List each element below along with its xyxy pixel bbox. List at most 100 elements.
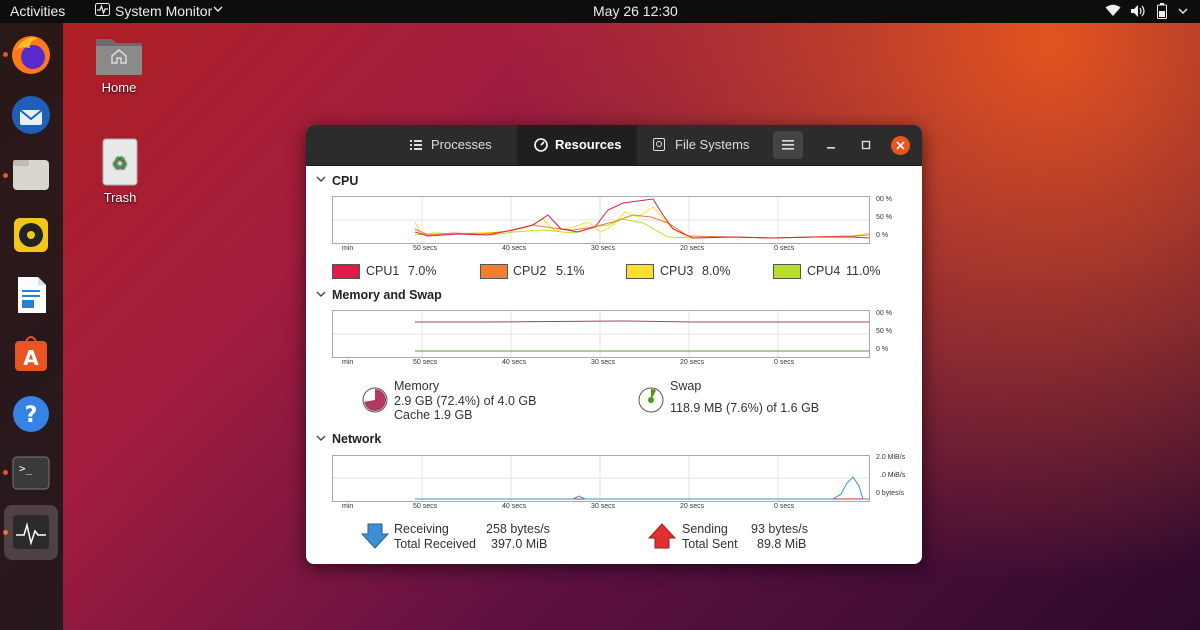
download-arrow-icon[interactable]: [361, 522, 389, 550]
rhythmbox-icon[interactable]: [6, 210, 56, 260]
cpu-y-tick: 0 %: [876, 232, 889, 239]
cpu4-legend-label: CPU4: [807, 264, 841, 278]
network-graph: [332, 455, 870, 502]
network-x-tick: 40 secs: [502, 503, 527, 510]
cpu-expander-icon[interactable]: [316, 175, 326, 186]
network-y-tick: 2.0 MiB/s: [876, 454, 906, 461]
total-sent-label: Total Sent: [682, 537, 738, 551]
cpu-graph: [332, 196, 870, 244]
minimize-button[interactable]: [824, 137, 838, 153]
libreoffice-writer-icon[interactable]: [6, 270, 56, 320]
cpu2-legend-value: 5.1%: [556, 264, 585, 278]
memory-cache: Cache 1.9 GB: [394, 408, 473, 422]
network-y-tick: 0 bytes/s: [876, 490, 905, 497]
memory-y-tick: 0 %: [876, 346, 889, 353]
cpu3-legend-label: CPU3: [660, 264, 694, 278]
volume-icon[interactable]: [1130, 4, 1145, 21]
firefox-icon[interactable]: [6, 30, 56, 80]
help-icon[interactable]: ?: [6, 389, 56, 439]
app-menu-icon[interactable]: [95, 3, 110, 19]
cpu3-color-swatch[interactable]: [626, 264, 654, 279]
network-x-tick: 30 secs: [591, 503, 616, 510]
sending-label: Sending: [682, 522, 728, 536]
ubuntu-software-icon[interactable]: A: [6, 329, 56, 379]
desktop-home-label: Home: [101, 80, 137, 95]
cpu-title[interactable]: CPU: [332, 174, 358, 188]
memory-pie-icon[interactable]: [361, 386, 389, 414]
home-folder-icon: [96, 39, 142, 75]
memory-expander-icon[interactable]: [316, 290, 326, 301]
network-x-tick: 0 secs: [774, 503, 795, 510]
memory-y-tick: 00 %: [876, 310, 892, 317]
cpu4-color-swatch[interactable]: [773, 264, 801, 279]
desktop-home[interactable]: Home: [92, 33, 146, 95]
swap-value: 118.9 MB (7.6%) of 1.6 GB: [670, 401, 820, 415]
cpu-x-tick: 0 secs: [774, 245, 795, 252]
network-x-tick: 20 secs: [680, 503, 705, 510]
sending-value: 93 bytes/s: [751, 522, 808, 536]
tab-resources[interactable]: Resources: [517, 125, 637, 165]
tab-file-systems-label: File Systems: [675, 137, 750, 152]
memory-x-tick: 0 secs: [774, 359, 795, 366]
close-icon: [896, 141, 905, 150]
maximize-button[interactable]: [859, 137, 873, 153]
wifi-icon[interactable]: [1105, 4, 1121, 20]
cpu1-legend-value: 7.0%: [408, 264, 437, 278]
cpu-x-tick: min: [342, 245, 354, 252]
network-x-tick: min: [342, 503, 354, 510]
cpu-x-tick: 30 secs: [591, 245, 616, 252]
memory-x-tick: 20 secs: [680, 359, 705, 366]
cpu4-legend-value: 11.0%: [846, 264, 881, 278]
files-icon[interactable]: [6, 150, 56, 200]
memory-label: Memory: [394, 379, 440, 393]
desktop-trash[interactable]: ♻ Trash: [92, 137, 148, 205]
upload-arrow-icon[interactable]: [648, 522, 676, 550]
memory-x-tick: min: [342, 359, 354, 366]
memory-x-tick: 50 secs: [413, 359, 438, 366]
receiving-value: 258 bytes/s: [486, 522, 550, 536]
close-button[interactable]: [891, 136, 910, 155]
cpu-x-tick: 50 secs: [413, 245, 438, 252]
chevron-down-icon[interactable]: [213, 1, 223, 20]
memory-x-tick: 40 secs: [502, 359, 527, 366]
svg-text:?: ?: [25, 403, 38, 428]
memory-x-tick: 30 secs: [591, 359, 616, 366]
network-expander-icon[interactable]: [316, 434, 326, 445]
svg-text:A: A: [23, 346, 39, 370]
cpu-x-tick: 20 secs: [680, 245, 705, 252]
received-line: [415, 476, 869, 500]
total-sent-value: 89.8 MiB: [757, 537, 807, 551]
app-menu-button[interactable]: System Monitor: [115, 3, 212, 19]
menu-button[interactable]: [773, 131, 803, 159]
minimize-icon: [827, 147, 835, 149]
battery-icon[interactable]: [1157, 3, 1167, 22]
maximize-icon: [861, 140, 871, 150]
tab-file-systems[interactable]: File Systems: [638, 125, 766, 165]
svg-text:>_: >_: [19, 462, 33, 475]
cpu1-legend-label: CPU1: [366, 264, 400, 278]
desktop-trash-label: Trash: [103, 190, 137, 205]
dock: A ? >_: [0, 23, 63, 630]
swap-pie-icon[interactable]: [637, 386, 665, 414]
cpu2-color-swatch[interactable]: [480, 264, 508, 279]
system-monitor-window: Processes Resources File Systems CPU 00 …: [306, 125, 922, 564]
top-bar: Activities System Monitor May 26 12:30: [0, 0, 1200, 23]
total-received-value: 397.0 MiB: [491, 537, 548, 551]
power-menu-chevron-icon[interactable]: [1178, 3, 1188, 22]
system-monitor-icon[interactable]: [4, 505, 58, 560]
clock[interactable]: May 26 12:30: [593, 3, 678, 19]
cpu2-legend-label: CPU2: [513, 264, 547, 278]
memory-graph: [332, 310, 870, 358]
receiving-label: Receiving: [394, 522, 449, 536]
thunderbird-icon[interactable]: [6, 90, 56, 140]
total-received-label: Total Received: [394, 537, 476, 551]
activities-button[interactable]: Activities: [10, 3, 65, 19]
network-x-tick: 50 secs: [413, 503, 438, 510]
cpu1-color-swatch[interactable]: [332, 264, 360, 279]
terminal-icon[interactable]: >_: [6, 448, 56, 498]
network-title[interactable]: Network: [332, 432, 381, 446]
header-bar: Processes Resources File Systems: [306, 125, 922, 166]
tab-processes[interactable]: Processes: [396, 125, 516, 165]
memory-title[interactable]: Memory and Swap: [332, 288, 442, 302]
memory-y-tick: 50 %: [876, 328, 892, 335]
